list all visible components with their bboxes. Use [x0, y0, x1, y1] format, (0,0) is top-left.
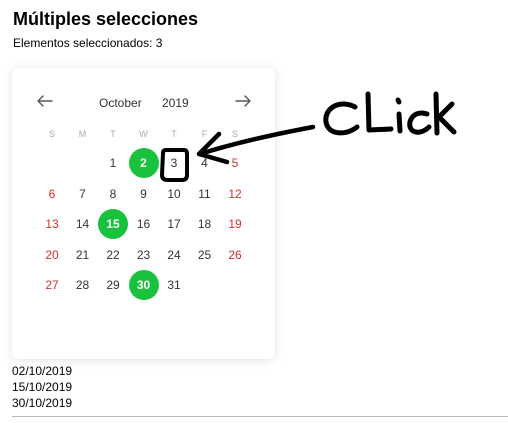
- selected-dates-list: 02/10/2019 15/10/2019 30/10/2019: [12, 363, 72, 411]
- day-cell[interactable]: 10: [159, 179, 189, 209]
- day-cell[interactable]: 4: [190, 148, 220, 178]
- day-cell[interactable]: 16: [129, 209, 159, 239]
- day-cell[interactable]: 7: [68, 179, 98, 209]
- day-cell[interactable]: 21: [68, 240, 98, 270]
- divider-line: [12, 416, 508, 417]
- day-cell[interactable]: 12: [220, 179, 250, 209]
- day-cell[interactable]: 27: [37, 270, 67, 300]
- day-cell-selected[interactable]: 15: [98, 209, 128, 239]
- selection-count: Elementos seleccionados: 3: [13, 36, 163, 50]
- day-cell[interactable]: 29: [98, 270, 128, 300]
- day-cell[interactable]: 6: [37, 179, 67, 209]
- day-cell[interactable]: 25: [190, 240, 220, 270]
- page-title: Múltiples selecciones: [13, 9, 199, 29]
- day-cell[interactable]: 5: [220, 148, 250, 178]
- day-cell[interactable]: 22: [98, 240, 128, 270]
- day-cell[interactable]: 11: [190, 179, 220, 209]
- day-cell[interactable]: 26: [220, 240, 250, 270]
- day-cell[interactable]: 17: [159, 209, 189, 239]
- selected-date-item: 30/10/2019: [12, 396, 73, 410]
- selected-date-item: 02/10/2019: [12, 364, 73, 378]
- day-cell-selected[interactable]: 30: [128, 270, 159, 300]
- day-cell[interactable]: 19: [220, 209, 250, 239]
- day-cell[interactable]: 31: [159, 270, 189, 300]
- day-cell[interactable]: 9: [129, 179, 159, 209]
- day-grid: 1 2 3 4 5 6 7 8 9 10 11 12 13 14 15 16 17 18 19 20 21 22 23 24 2…: [12, 68, 275, 359]
- day-cell[interactable]: 13: [37, 209, 67, 239]
- day-cell[interactable]: 20: [37, 240, 67, 270]
- day-cell[interactable]: 28: [68, 270, 98, 300]
- day-cell[interactable]: 3: [159, 148, 189, 178]
- day-cell[interactable]: 14: [68, 209, 98, 239]
- day-cell[interactable]: 23: [129, 240, 159, 270]
- day-cell[interactable]: 18: [190, 209, 220, 239]
- day-cell[interactable]: 24: [159, 240, 189, 270]
- selected-date-item: 15/10/2019: [12, 380, 73, 394]
- calendar-card: October 2019 SMTWTFS 1 2 3 4 5 6 7 8 9 10 11 12 13 14…: [12, 68, 275, 359]
- handwritten-click-text: [323, 91, 457, 136]
- day-cell[interactable]: 8: [98, 179, 128, 209]
- day-cell-selected[interactable]: 2: [128, 148, 159, 178]
- day-cell[interactable]: 1: [98, 148, 128, 178]
